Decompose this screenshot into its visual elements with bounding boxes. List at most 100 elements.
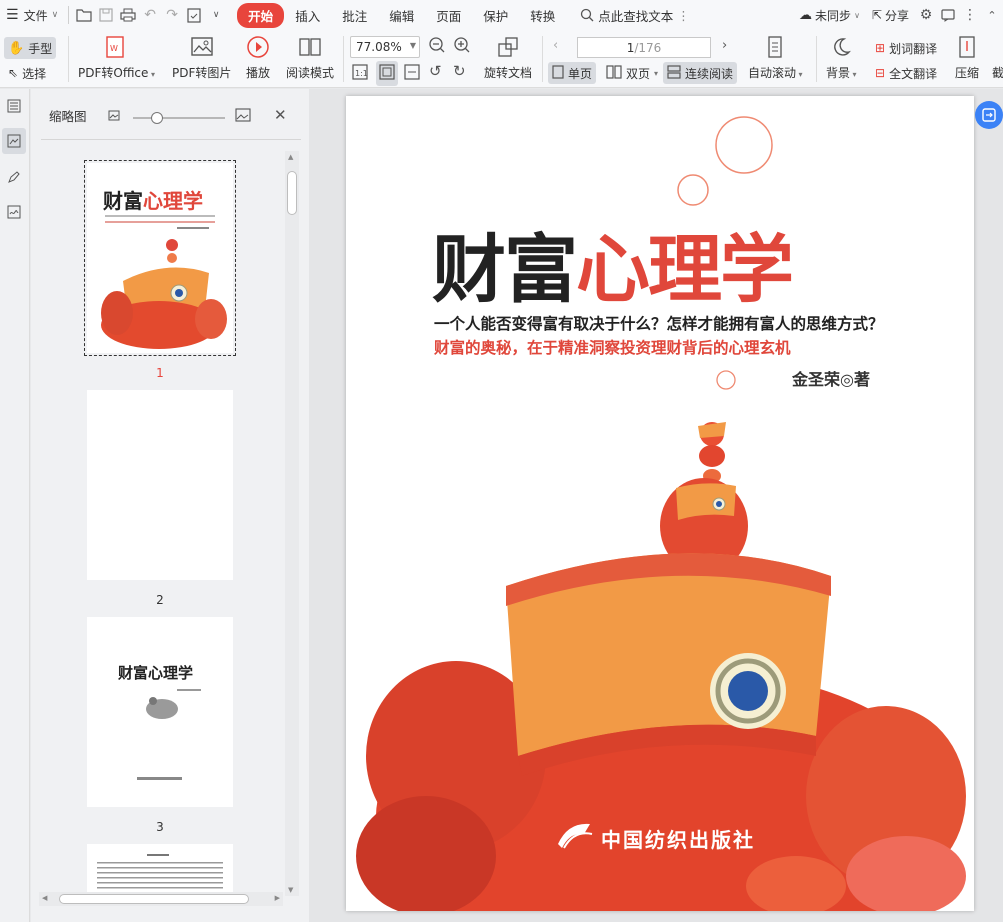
print-icon[interactable] <box>117 4 139 26</box>
moon-icon <box>828 34 854 60</box>
select-tool-button[interactable]: ⇖ 选择 <box>4 62 50 84</box>
slider-knob[interactable] <box>151 112 163 124</box>
close-icon[interactable]: ✕ <box>274 106 287 124</box>
screenshot-button[interactable]: 截 <box>992 64 1003 81</box>
find-text-button[interactable]: 点此查找文本 ⋮ <box>580 6 690 25</box>
fit-page-icon[interactable] <box>376 61 398 86</box>
compress-icon <box>954 34 980 60</box>
thumbnail-nav-button[interactable] <box>2 128 26 154</box>
chevron-down-icon: ▾ <box>654 68 659 78</box>
signature-nav-button[interactable] <box>2 199 26 225</box>
zoom-out-icon[interactable] <box>428 36 446 57</box>
tab-annotate[interactable]: 批注 <box>331 0 378 30</box>
expand-icon[interactable]: ⌃ <box>981 4 1003 26</box>
undo-icon[interactable]: ↶ <box>139 4 161 26</box>
tab-convert[interactable]: 转换 <box>519 0 566 30</box>
annotation-nav-button[interactable] <box>2 164 26 190</box>
share-button[interactable]: ⇱ 分享 <box>866 0 915 30</box>
tab-edit[interactable]: 编辑 <box>378 0 425 30</box>
left-navigation-strip <box>0 89 30 922</box>
hand-tool-button[interactable]: ✋ 手型 <box>4 37 57 59</box>
rotate-document-button[interactable]: 旋转文档 <box>484 34 532 81</box>
play-label: 播放 <box>245 66 270 80</box>
thumbnail-page-3[interactable]: 财富心理学 <box>87 617 233 807</box>
thumbnail-page-number: 3 <box>156 820 164 834</box>
background-button[interactable]: 背景 ▾ <box>826 34 857 81</box>
scroll-up-icon[interactable]: ▲ <box>288 153 293 161</box>
hand-icon: ✋ <box>8 40 25 56</box>
tab-protect[interactable]: 保护 <box>472 0 519 30</box>
scroll-down-icon[interactable]: ▼ <box>288 886 293 894</box>
auto-scroll-button[interactable]: 自动滚动 ▾ <box>748 34 803 81</box>
next-page-icon[interactable]: › <box>722 38 727 53</box>
thumbnail-vertical-scrollbar[interactable]: ▲ ▼ <box>285 151 299 896</box>
cover-subtitle-2: 财富的奥秘，在于精准洞察投资理财背后的心理玄机 <box>434 339 791 357</box>
scroll-left-icon[interactable]: ◀ <box>42 894 47 902</box>
feedback-icon[interactable] <box>937 4 959 26</box>
scroll-right-icon[interactable]: ▶ <box>275 894 280 902</box>
outline-nav-button[interactable] <box>2 93 26 119</box>
settings-icon[interactable]: ⚙ <box>915 4 937 26</box>
single-page-button[interactable]: 单页 <box>548 62 597 84</box>
floating-convert-button[interactable] <box>975 101 1003 129</box>
thumbnail-page-2[interactable] <box>87 390 233 580</box>
pdf-to-image-button[interactable]: PDF转图片 <box>172 34 231 81</box>
thumbnail-panel: 缩略图 ✕ 财富 心理学 1 2 财富心理学 3 ▲ ▼ ◀ ▶ <box>31 89 309 922</box>
scrollbar-thumb[interactable] <box>59 894 249 904</box>
play-button[interactable]: 播放 <box>245 34 271 81</box>
auto-scroll-label: 自动滚动 <box>748 66 797 80</box>
save-icon[interactable] <box>95 4 117 26</box>
sync-status[interactable]: ☁ 未同步 ∨ <box>793 0 866 30</box>
document-viewport[interactable]: 财富心理学 一个人能否变得富有取决于什么？怎样才能拥有富人的思维方式？ 财富的奥… <box>309 89 1003 922</box>
full-translate-button[interactable]: ⊟ 全文翻译 <box>871 62 941 84</box>
zoom-select[interactable]: 77.08% ▼ <box>350 36 420 58</box>
thumbnail-page-4[interactable] <box>87 844 233 892</box>
thumbnail-horizontal-scrollbar[interactable]: ◀ ▶ <box>39 892 283 906</box>
tab-insert[interactable]: 插入 <box>284 0 331 30</box>
svg-text:财富心理学: 财富心理学 <box>118 664 193 682</box>
pdf-reader-window: ☰ 文件 ∨ ↶ ↷ ∨ 开始 插入 批注 编辑 页面 保护 转换 点此查找文本… <box>0 0 1003 922</box>
chevron-down-icon: ▾ <box>796 70 803 79</box>
continuous-read-button[interactable]: 连续阅读 <box>663 62 738 84</box>
double-page-icon <box>606 64 622 82</box>
small-image-icon[interactable] <box>108 110 120 124</box>
rotate-right-icon[interactable]: ↻ <box>453 62 466 80</box>
thumbnail-size-slider[interactable] <box>133 112 225 124</box>
read-mode-button[interactable]: 阅读模式 <box>286 34 334 81</box>
pen-icon <box>8 171 20 183</box>
redo-icon[interactable]: ↷ <box>161 4 183 26</box>
title-page-thumbnail-image: 财富心理学 <box>118 664 201 780</box>
cover-author: 金圣荣◎著 <box>792 370 870 389</box>
more-vertical-icon[interactable]: ⋮ <box>959 4 981 26</box>
tab-page[interactable]: 页面 <box>425 0 472 30</box>
word-translate-label: 划词翻译 <box>889 41 938 56</box>
thumbnail-panel-title: 缩略图 <box>49 108 87 124</box>
actual-size-icon[interactable]: 1:1 <box>352 64 368 83</box>
divider <box>343 36 344 82</box>
thumbnail-page-1[interactable]: 财富 心理学 <box>84 160 236 356</box>
zoom-in-icon[interactable] <box>453 36 471 57</box>
file-menu[interactable]: ☰ 文件 ∨ <box>0 0 64 30</box>
word-translate-button[interactable]: ⊞ 划词翻译 <box>871 37 941 59</box>
scrollbar-thumb[interactable] <box>287 171 297 215</box>
open-folder-icon[interactable] <box>73 4 95 26</box>
file-menu-label: 文件 <box>23 8 48 23</box>
divider <box>68 36 69 82</box>
fit-width-icon[interactable] <box>404 64 420 83</box>
large-image-icon[interactable] <box>235 108 251 125</box>
pdf-to-office-button[interactable]: W PDF转Office ▾ <box>78 34 155 81</box>
hand-tool-label: 手型 <box>28 41 53 56</box>
more-vertical-icon: ⋮ <box>677 7 690 23</box>
rotate-doc-label: 旋转文档 <box>484 66 533 80</box>
double-page-label: 双页 <box>626 66 651 81</box>
rotate-left-icon[interactable]: ↺ <box>429 62 442 80</box>
divider <box>816 36 817 82</box>
export-icon[interactable] <box>183 4 205 26</box>
more-dropdown-icon[interactable]: ∨ <box>205 4 227 26</box>
page-number-input[interactable]: 1 /176 <box>577 37 711 58</box>
book-icon <box>297 34 323 60</box>
double-page-button[interactable]: 双页 ▾ <box>602 62 662 84</box>
compress-button[interactable]: 压缩 <box>954 34 980 81</box>
prev-page-icon[interactable]: ‹ <box>553 38 558 53</box>
tab-start[interactable]: 开始 <box>237 0 285 30</box>
